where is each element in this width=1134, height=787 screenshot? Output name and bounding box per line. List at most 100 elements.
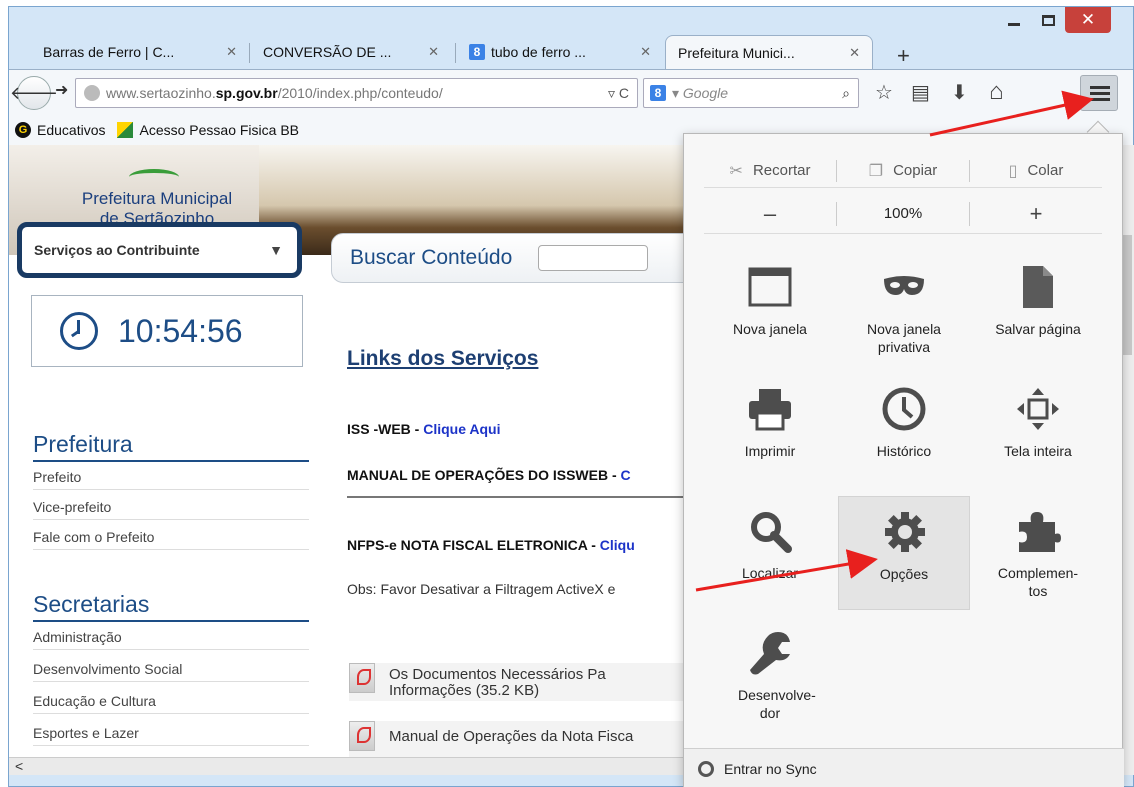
back-arrow-icon: 🡐 <box>9 82 59 103</box>
zoom-out-button[interactable]: – <box>704 201 836 227</box>
search-engine-icon[interactable]: 8 <box>650 85 666 101</box>
logo-icon <box>129 169 179 185</box>
nfps-link[interactable]: Cliqu <box>600 537 635 553</box>
back-button[interactable]: 🡐 <box>10 76 58 110</box>
bookmark-star-icon[interactable]: ☆ <box>875 80 893 105</box>
sidebar-item-prefeito[interactable]: Prefeito <box>33 465 309 490</box>
zoom-reset-button[interactable]: 100% <box>837 205 969 222</box>
firefox-menu-panel: ✂ Recortar ❐ Copiar ▯ Colar – 100% + Nova j… <box>683 133 1124 787</box>
tab-close-icon[interactable]: ✕ <box>420 44 439 60</box>
menu-item-label: Nova janela <box>733 321 807 337</box>
menu-item-salvar-pagina[interactable]: Salvar página <box>972 252 1104 366</box>
history-clock-icon <box>838 382 970 436</box>
tab-close-icon[interactable]: ✕ <box>841 45 860 61</box>
menu-item-label: Nova janela privativa <box>867 321 941 355</box>
paste-label: Colar <box>1027 162 1064 179</box>
bb-icon <box>117 122 134 138</box>
logo-line1: Prefeitura Municipal <box>81 189 233 208</box>
menu-item-localizar[interactable]: Localizar <box>704 496 836 610</box>
bookmarks-menu-icon[interactable]: ▤ <box>911 80 930 105</box>
sidebar-item-fale-com-o-prefeito[interactable]: Fale com o Prefeito <box>33 525 309 550</box>
menu-item-nova-janela[interactable]: Nova janela <box>704 252 836 366</box>
links-servicos-title: Links dos Serviços <box>347 347 539 370</box>
search-icon[interactable]: ⌕ <box>842 85 850 102</box>
iss-web-label: ISS -WEB - <box>347 421 424 437</box>
sync-button[interactable]: Entrar no Sync <box>684 748 1124 787</box>
doc1-line2: Informações (35.2 KB) <box>389 682 540 699</box>
tab-conversao[interactable]: CONVERSÃO DE ... ✕ <box>251 35 451 69</box>
divider <box>347 496 692 498</box>
zoom-controls: – 100% + <box>704 194 1102 234</box>
sidebar-item-educacao-e-cultura[interactable]: Educação e Cultura <box>33 689 309 714</box>
scrollbar-thumb[interactable] <box>1122 235 1132 355</box>
paste-button[interactable]: ▯ Colar <box>970 161 1102 181</box>
tab-label: Barras de Ferro | C... <box>43 44 175 60</box>
new-tab-button[interactable]: + <box>897 43 910 69</box>
window-icon <box>704 260 836 314</box>
menu-item-complementos[interactable]: Complemen-tos <box>972 496 1104 610</box>
zoom-in-button[interactable]: + <box>970 201 1102 227</box>
wrench-icon <box>704 626 836 680</box>
copy-icon: ❐ <box>868 162 884 180</box>
search-bar[interactable]: 8 ▾ Google ⌕ <box>643 78 859 108</box>
cut-button[interactable]: ✂ Recortar <box>704 161 836 181</box>
tab-barras-de-ferro[interactable]: Barras de Ferro | C... ✕ <box>31 35 249 69</box>
tab-tubo-de-ferro[interactable]: 8 tubo de ferro ... ✕ <box>457 35 663 69</box>
tab-label: CONVERSÃO DE ... <box>263 44 392 60</box>
secretarias-heading: Secretarias <box>33 591 309 622</box>
open-menu-button[interactable] <box>1080 75 1118 111</box>
doc-manual-operacoes[interactable]: Manual de Operações da Nota Fisca <box>349 721 699 757</box>
menu-item-imprimir[interactable]: Imprimir <box>704 374 836 488</box>
menu-item-desenvolvedor[interactable]: Desenvolve-dor <box>704 618 836 732</box>
manual-link[interactable]: C <box>621 467 631 483</box>
forward-button[interactable]: ➜ <box>55 80 68 100</box>
menu-item-tela-inteira[interactable]: Tela inteira <box>972 374 1104 488</box>
menu-item-label: Complemen-tos <box>997 565 1079 599</box>
home-icon[interactable]: ⌂ <box>989 78 1004 106</box>
tab-bar: Barras de Ferro | C... ✕ CONVERSÃO DE ..… <box>9 29 1133 69</box>
menu-item-historico[interactable]: Histórico <box>838 374 970 488</box>
page-icon <box>972 260 1104 314</box>
downloads-icon[interactable]: ⬇ <box>951 80 968 105</box>
magnifier-icon <box>704 504 836 558</box>
tab-close-icon[interactable]: ✕ <box>218 44 237 60</box>
sidebar-item-vice-prefeito[interactable]: Vice-prefeito <box>33 495 309 520</box>
pdf-icon <box>349 663 375 693</box>
tab-label: tubo de ferro ... <box>491 44 586 60</box>
pdf-icon <box>349 721 375 751</box>
sidebar-item-esportes-e-lazer[interactable]: Esportes e Lazer <box>33 721 309 746</box>
menu-item-label: Localizar <box>741 565 799 581</box>
tab-prefeitura[interactable]: Prefeitura Munici... ✕ <box>665 35 873 69</box>
url-bar[interactable]: www.sertaozinho. sp.gov.br/2010/index.php… <box>75 78 638 108</box>
manual-line: MANUAL DE OPERAÇÕES DO ISSWEB - C <box>347 467 631 483</box>
doc2-line1: Manual de Operações da Nota Fisca <box>389 728 634 745</box>
iss-web-link[interactable]: Clique Aqui <box>423 421 500 437</box>
tab-close-icon[interactable]: ✕ <box>632 44 651 60</box>
scroll-left-icon[interactable]: < <box>15 758 23 774</box>
manual-label: MANUAL DE OPERAÇÕES DO ISSWEB - <box>347 467 621 483</box>
bookmark-acesso-bb[interactable]: Acesso Pessao Fisica BB <box>139 122 299 138</box>
sidebar-item-desenvolvimento-social[interactable]: Desenvolvimento Social <box>33 657 309 682</box>
menu-item-label: Histórico <box>876 443 932 459</box>
nfps-label: NFPS-e NOTA FISCAL ELETRONICA - <box>347 537 600 553</box>
sync-label: Entrar no Sync <box>724 760 817 777</box>
menu-item-label: Imprimir <box>744 443 796 459</box>
nav-toolbar: 🡐 ➜ www.sertaozinho. sp.gov.br/2010/index… <box>9 69 1133 115</box>
bookmark-educativos[interactable]: Educativos <box>37 122 105 138</box>
buscar-input[interactable] <box>538 245 649 271</box>
menu-item-label: Opções <box>879 566 929 582</box>
menu-item-opcoes[interactable]: Opções <box>838 496 970 610</box>
clock-icon <box>60 312 98 350</box>
servicos-select[interactable]: Serviços ao Contribuinte ▼ <box>17 222 302 278</box>
reload-icon[interactable]: ▿ C <box>608 85 637 102</box>
buscar-label: Buscar Conteúdo <box>350 246 513 269</box>
menu-item-nova-janela-privativa[interactable]: Nova janela privativa <box>838 252 970 366</box>
copy-label: Copiar <box>893 162 938 179</box>
copy-button[interactable]: ❐ Copiar <box>837 161 969 181</box>
nfps-line: NFPS-e NOTA FISCAL ELETRONICA - Cliqu <box>347 537 635 553</box>
gear-icon <box>839 505 971 559</box>
doc-documentos-necessarios[interactable]: Os Documentos Necessários Pa Informações… <box>349 663 699 701</box>
url-domain: sp.gov.br <box>215 85 278 101</box>
sidebar-item-administracao[interactable]: Administração <box>33 625 309 650</box>
globe-icon <box>84 85 100 101</box>
